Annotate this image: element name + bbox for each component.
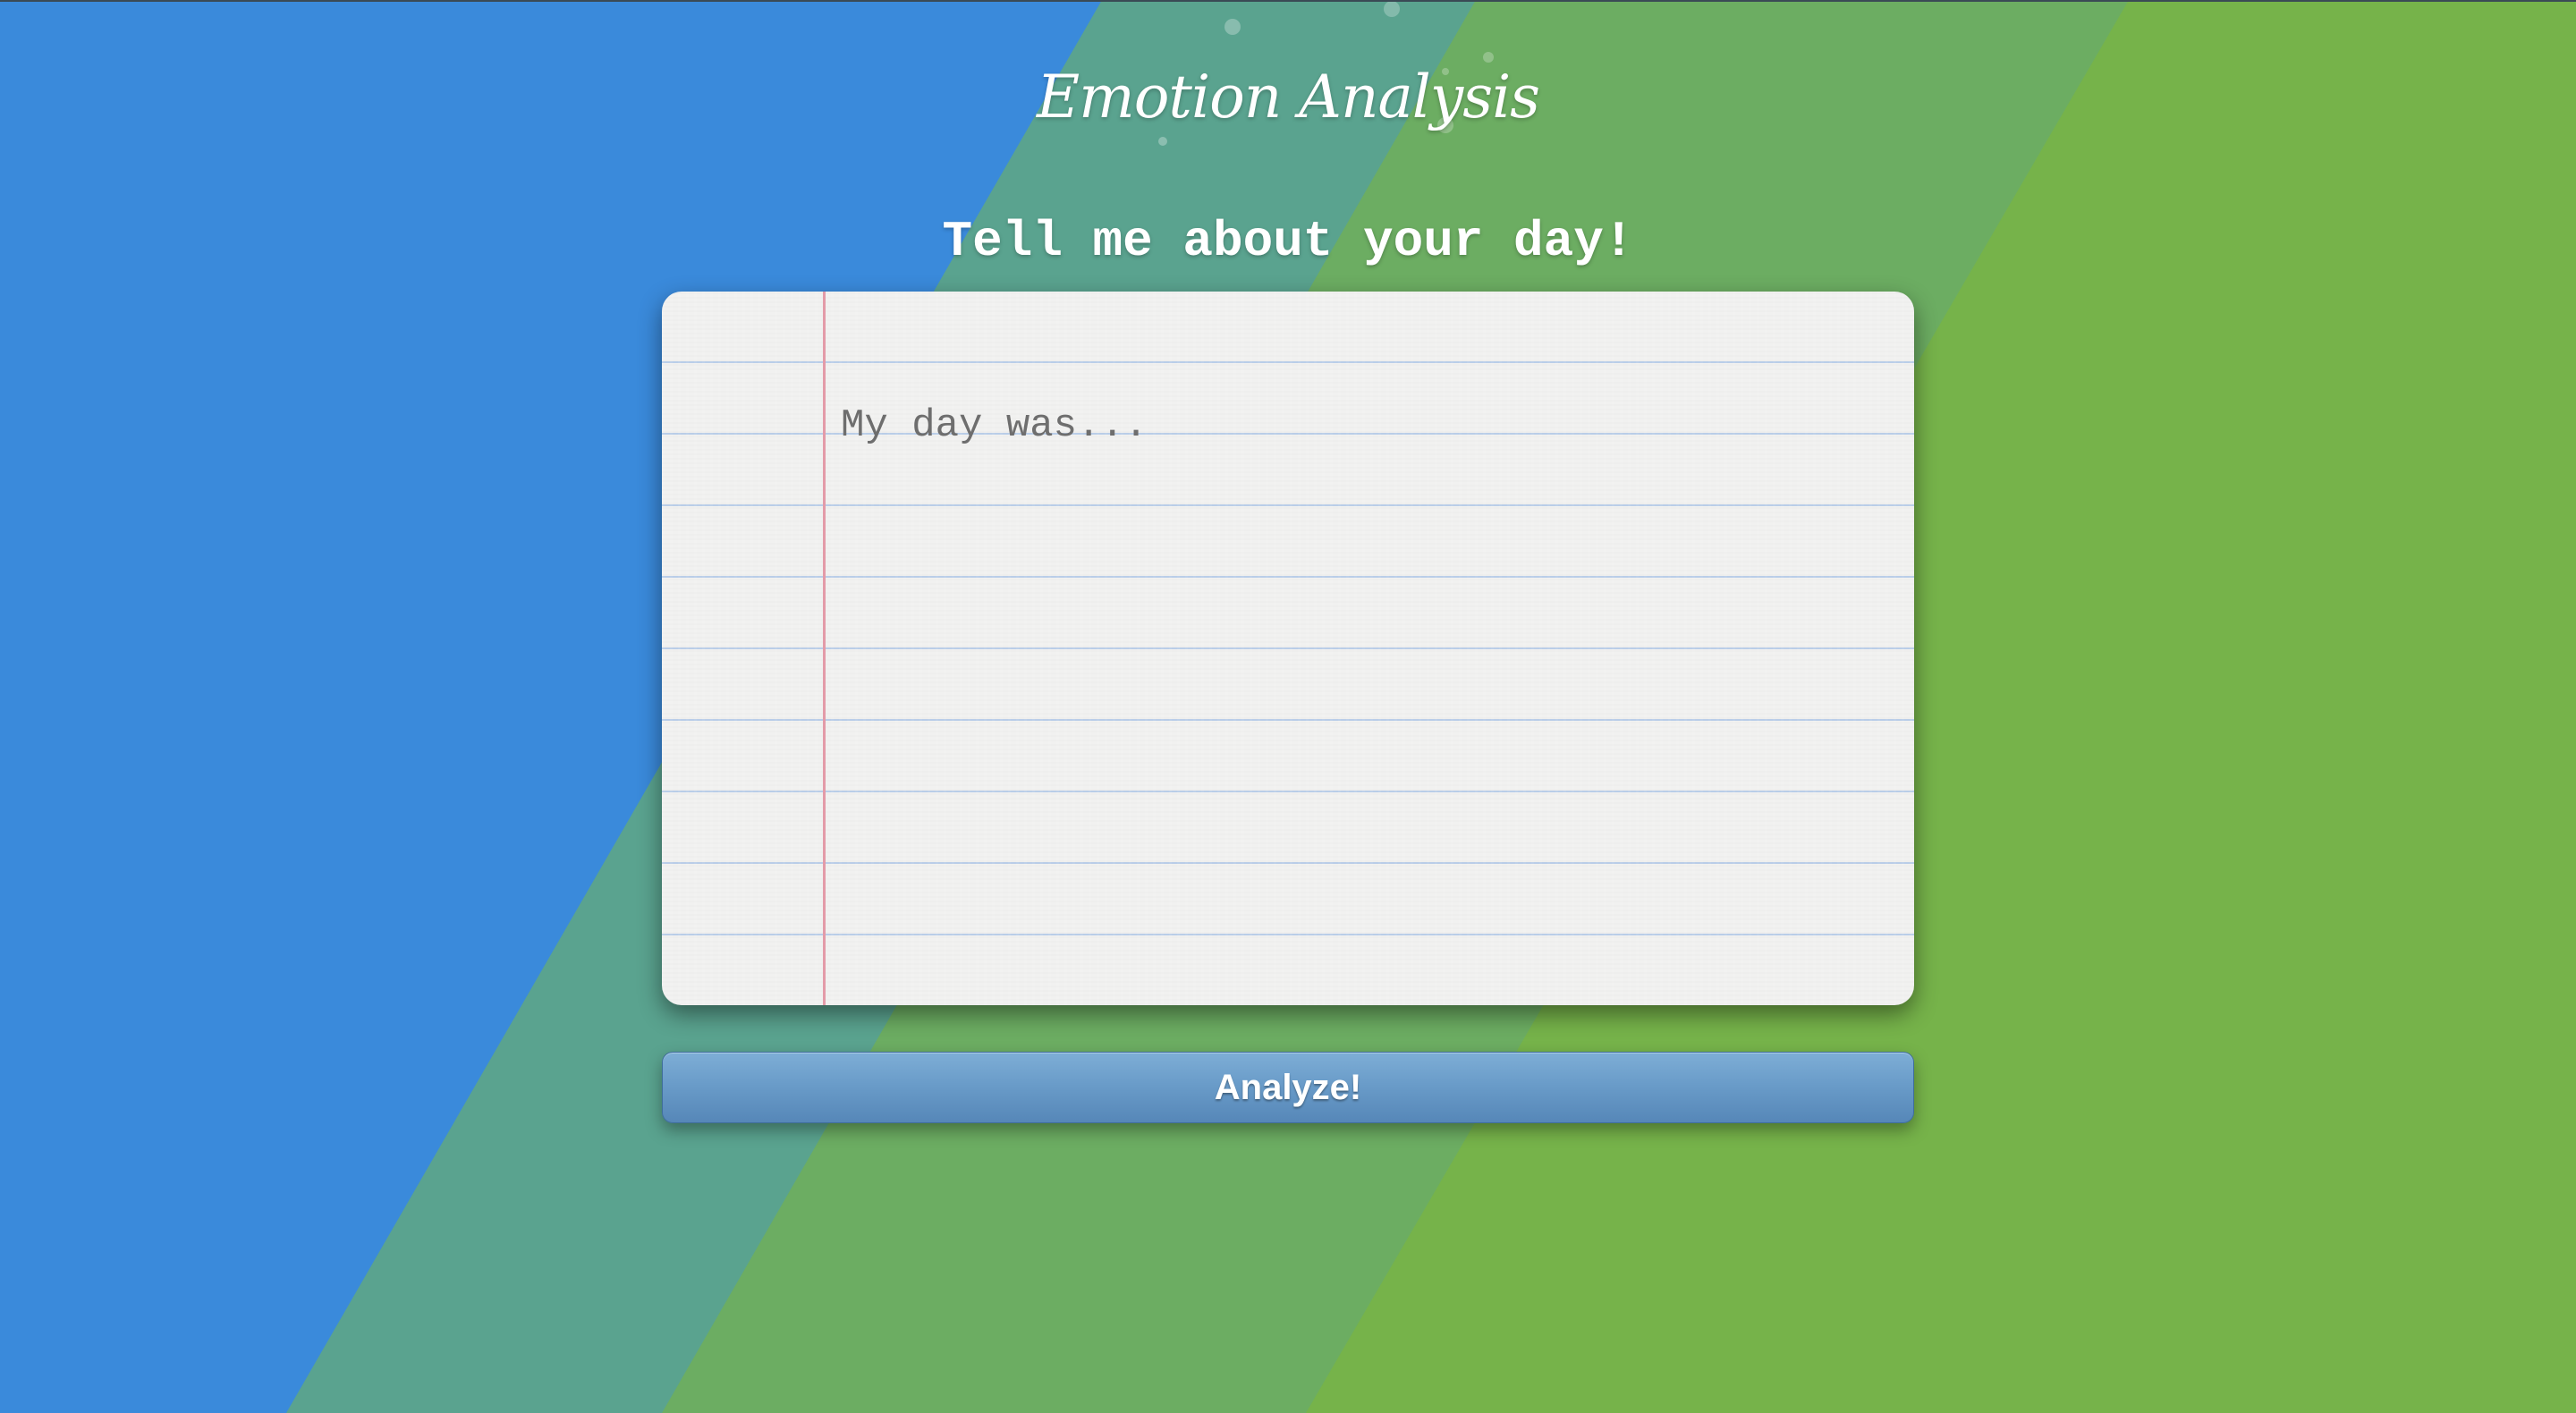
top-border (0, 0, 2576, 2)
prompt-heading: Tell me about your day! (942, 213, 1634, 270)
notebook-paper (662, 292, 1914, 1005)
margin-line (823, 292, 826, 1005)
journal-entry-input[interactable] (841, 390, 1896, 989)
analyze-button[interactable]: Analyze! (662, 1052, 1914, 1123)
app-title: Emotion Analysis (1036, 63, 1540, 131)
